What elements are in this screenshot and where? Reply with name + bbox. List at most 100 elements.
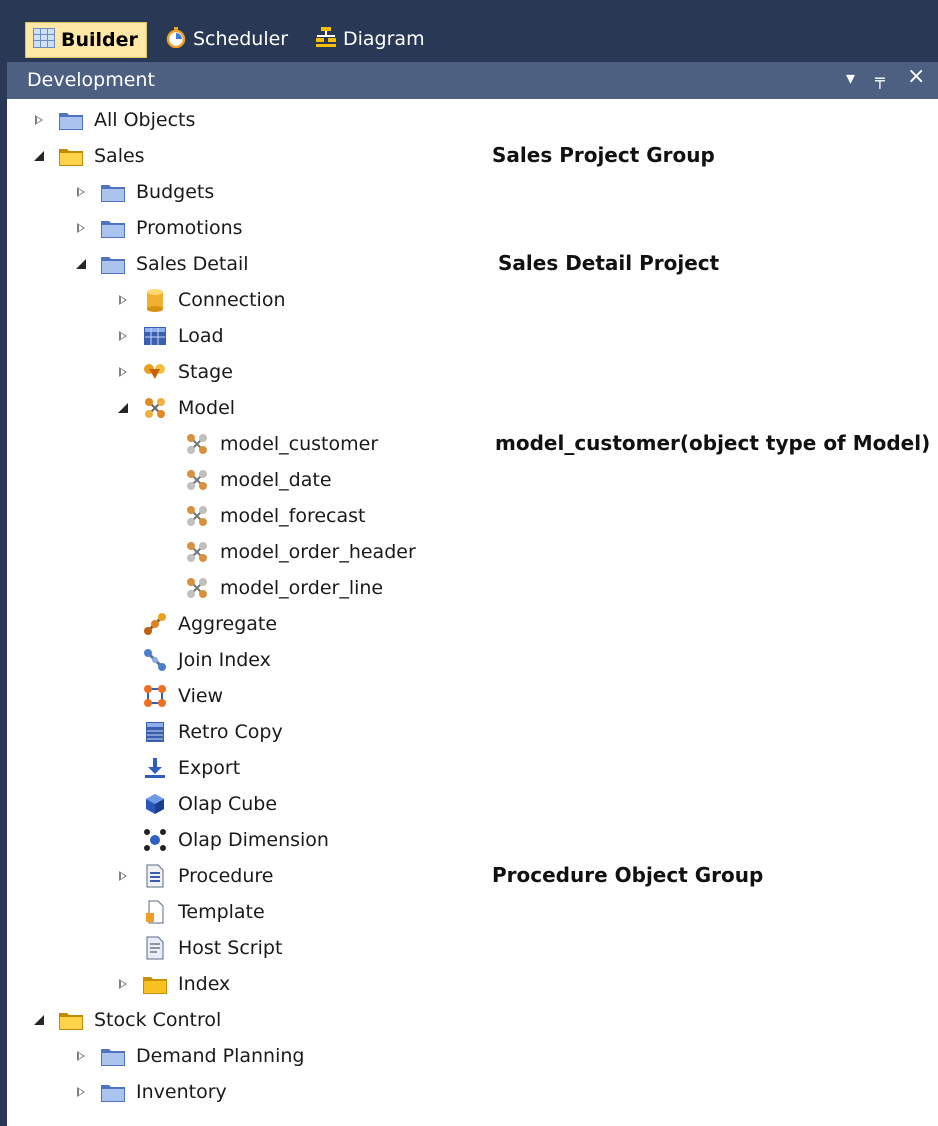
olap-dimension-icon (142, 827, 168, 853)
stopwatch-icon (165, 26, 187, 53)
collapsed-arrow-icon[interactable] (113, 859, 135, 893)
tree-item-retro-copy[interactable]: Retro Copy (113, 715, 283, 749)
tree-item-model-date[interactable]: model_date (155, 463, 332, 497)
annotation-label: Sales Detail Project (498, 251, 720, 275)
tree-item-label: Inventory (136, 1081, 227, 1103)
tree-item-label: Join Index (178, 649, 271, 671)
tree-item-inventory[interactable]: Inventory (71, 1075, 227, 1109)
tree-item-label: Model (178, 397, 236, 419)
panel-title: Development (27, 69, 155, 91)
tree-item-label: Export (178, 757, 241, 779)
tree-item-join-index[interactable]: Join Index (113, 643, 271, 677)
collapsed-arrow-icon[interactable] (113, 319, 135, 353)
folder-blue-icon (100, 179, 126, 205)
tree-item-label: Aggregate (178, 613, 278, 635)
host-script-icon (142, 935, 168, 961)
collapsed-arrow-icon[interactable] (29, 103, 51, 137)
tree-item-template[interactable]: Template (113, 895, 265, 929)
tree-item-sales[interactable]: Sales (29, 139, 145, 173)
tree-item-promotions[interactable]: Promotions (71, 211, 243, 245)
tab-scheduler-label: Scheduler (193, 28, 289, 50)
folder-blue-icon (100, 215, 126, 241)
expanded-arrow-icon[interactable] (113, 391, 135, 425)
tree-item-model-order-header[interactable]: model_order_header (155, 535, 416, 569)
collapsed-arrow-icon[interactable] (71, 175, 93, 209)
model-object-icon (184, 503, 210, 529)
tree-item-label: Connection (178, 289, 286, 311)
collapsed-arrow-icon[interactable] (71, 211, 93, 245)
tree-item-demand-planning[interactable]: Demand Planning (71, 1039, 304, 1073)
connection-cylinder-icon (142, 287, 168, 313)
tree-item-stock-control[interactable]: Stock Control (29, 1003, 221, 1037)
tree-item-aggregate[interactable]: Aggregate (113, 607, 277, 641)
tree-item-label: Stock Control (94, 1009, 222, 1031)
model-object-icon (184, 467, 210, 493)
index-icon (142, 971, 168, 997)
tab-diagram[interactable]: Diagram (315, 22, 425, 56)
collapsed-arrow-icon[interactable] (113, 355, 135, 389)
expanded-arrow-icon[interactable] (29, 139, 51, 173)
tree-item-model-order-line[interactable]: model_order_line (155, 571, 383, 605)
tree-item-model[interactable]: Model (113, 391, 235, 425)
collapsed-arrow-icon[interactable] (71, 1075, 93, 1109)
tree-item-olap-cube[interactable]: Olap Cube (113, 787, 277, 821)
tree-item-label: Sales Detail (136, 253, 249, 275)
tree-item-label: Sales (94, 145, 145, 167)
tree-item-olap-dimension[interactable]: Olap Dimension (113, 823, 329, 857)
toolbar: Builder Scheduler Diagram (7, 0, 938, 62)
folder-blue-icon (58, 107, 84, 133)
expanded-arrow-icon[interactable] (71, 247, 93, 281)
tree-item-label: Procedure (178, 865, 274, 887)
tree-item-all-objects[interactable]: All Objects (29, 103, 195, 137)
tree-item-stage[interactable]: Stage (113, 355, 233, 389)
tree-item-label: Olap Cube (178, 793, 278, 815)
tree-item-model-customer[interactable]: model_customer (155, 427, 378, 461)
tree-item-view[interactable]: View (113, 679, 223, 713)
tree-item-label: All Objects (94, 109, 196, 131)
tree-item-index[interactable]: Index (113, 967, 230, 1001)
close-icon[interactable]: × (907, 64, 925, 89)
tree-item-label: Host Script (178, 937, 283, 959)
tree-item-host-script[interactable]: Host Script (113, 931, 282, 965)
pin-icon[interactable]: ╤ (875, 70, 885, 89)
folder-yellow-icon (58, 143, 84, 169)
tree-item-budgets[interactable]: Budgets (71, 175, 214, 209)
collapsed-arrow-icon[interactable] (113, 967, 135, 1001)
collapsed-arrow-icon[interactable] (71, 1039, 93, 1073)
tree-item-model-forecast[interactable]: model_forecast (155, 499, 366, 533)
tab-scheduler[interactable]: Scheduler (165, 22, 288, 56)
join-index-icon (142, 647, 168, 673)
tree-item-label: Index (178, 973, 231, 995)
tree-item-procedure[interactable]: Procedure (113, 859, 273, 893)
folder-blue-icon (100, 1079, 126, 1105)
template-icon (142, 899, 168, 925)
view-icon (142, 683, 168, 709)
tree-item-sales-detail[interactable]: Sales Detail (71, 247, 249, 281)
procedure-icon (142, 863, 168, 889)
model-object-icon (184, 575, 210, 601)
tree-item-export[interactable]: Export (113, 751, 240, 785)
panel-header: Development ▾ ╤ × (7, 62, 938, 99)
tree-item-connection[interactable]: Connection (113, 283, 286, 317)
dropdown-icon[interactable]: ▾ (846, 68, 855, 89)
expanded-arrow-icon[interactable] (29, 1003, 51, 1037)
tab-builder[interactable]: Builder (25, 22, 147, 58)
aggregate-icon (142, 611, 168, 637)
model-object-icon (184, 539, 210, 565)
collapsed-arrow-icon[interactable] (113, 283, 135, 317)
model-icon (142, 395, 168, 421)
tree-item-label: Load (178, 325, 224, 347)
tree-item-load[interactable]: Load (113, 319, 224, 353)
tree-item-label: model_order_header (220, 541, 416, 563)
folder-yellow-icon (58, 1007, 84, 1033)
